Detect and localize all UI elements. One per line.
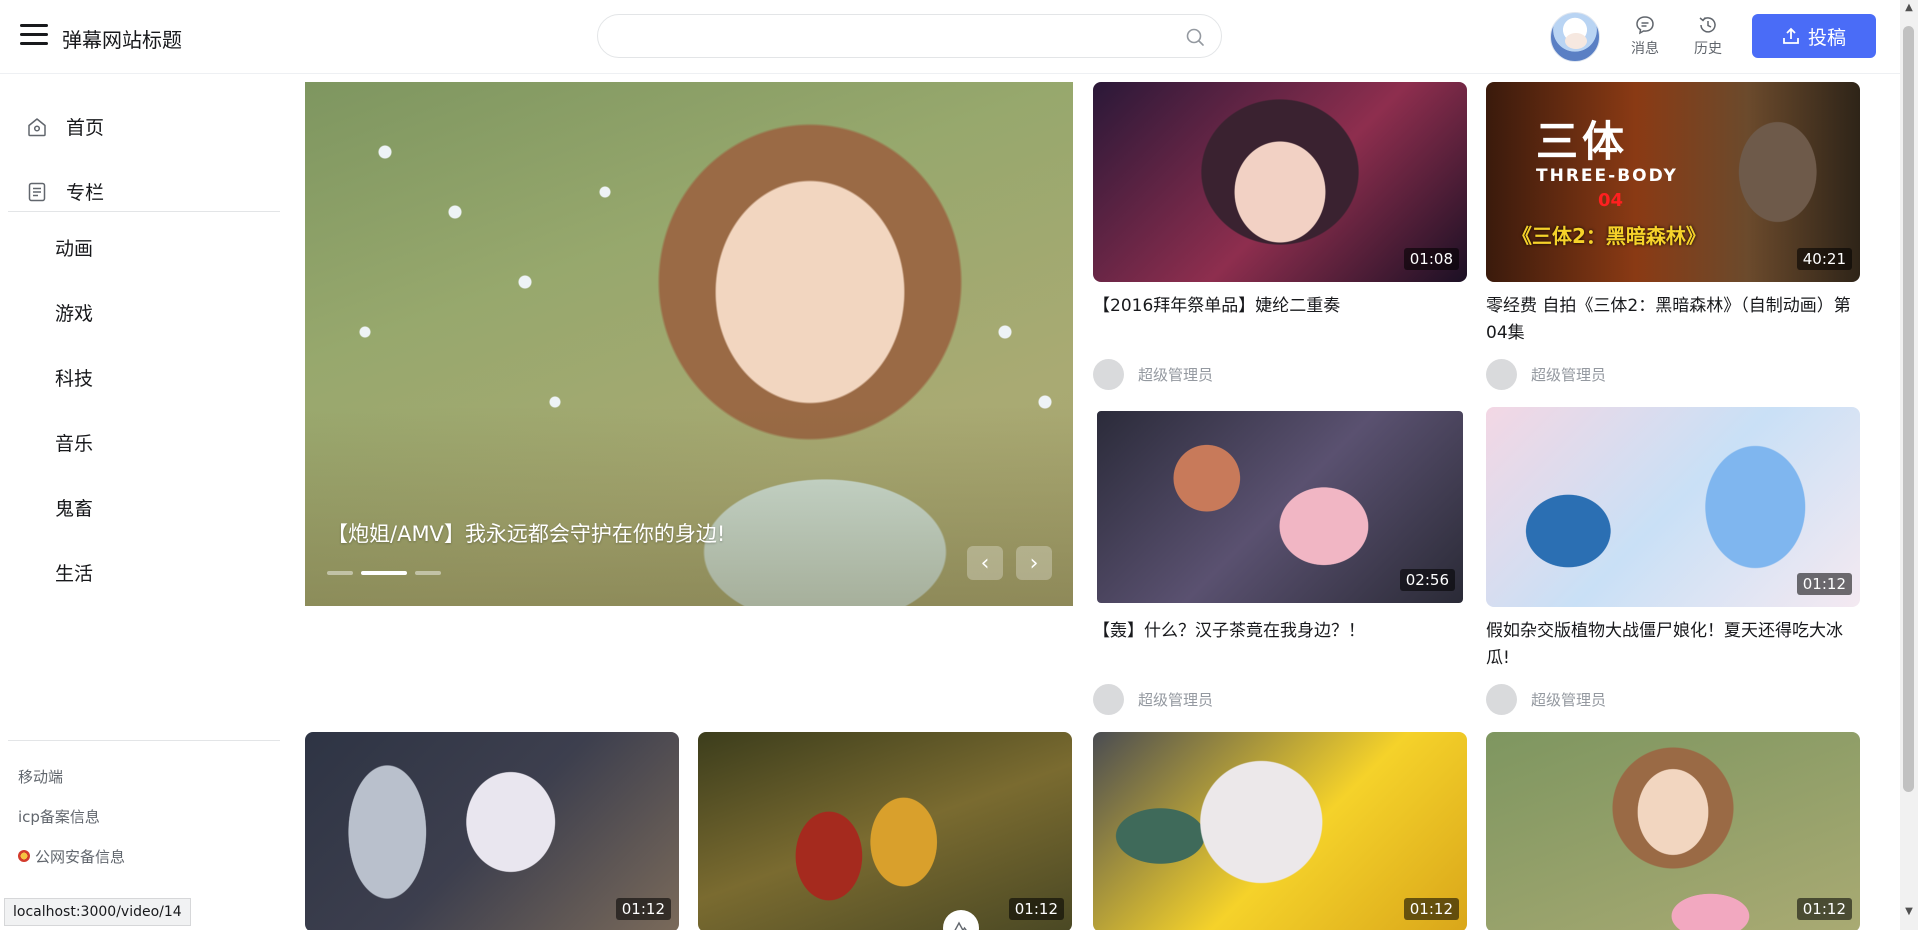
search-icon[interactable] <box>1185 27 1205 47</box>
carousel-dot[interactable] <box>327 571 353 575</box>
video-thumbnail[interactable]: 三体 THREE-BODY 04 《三体2：黑暗森林》 40:21 <box>1486 82 1860 282</box>
video-duration: 01:08 <box>1403 248 1459 270</box>
link-status-bar: localhost:3000/video/14 <box>4 898 191 926</box>
author-avatar <box>1093 359 1124 390</box>
video-thumbnail[interactable]: 02:56 <box>1093 407 1467 607</box>
footer-divider <box>8 740 280 741</box>
author-name: 超级管理员 <box>1138 366 1214 384</box>
banner-title[interactable]: 【炮姐/AMV】我永远都会守护在你的身边! <box>327 518 725 548</box>
history-icon <box>1699 17 1716 33</box>
author-avatar <box>1093 684 1124 715</box>
police-record-label: 公网安备信息 <box>35 847 126 866</box>
video-card[interactable]: 01:12 <box>698 732 1072 930</box>
carousel-dot-active[interactable] <box>361 571 407 575</box>
article-icon <box>28 182 46 201</box>
mobile-link[interactable]: 移动端 <box>18 756 125 796</box>
video-duration: 01:12 <box>1403 898 1459 920</box>
author-avatar <box>1486 359 1517 390</box>
upload-icon <box>1783 27 1799 44</box>
messages-label: 消息 <box>1631 41 1659 57</box>
police-badge-icon <box>18 850 30 862</box>
video-thumbnail[interactable]: 01:12 <box>1486 407 1860 607</box>
thumbnail-caption-text: 《三体2：黑暗森林》 <box>1512 224 1706 248</box>
scroll-up-arrow[interactable]: ▲ <box>1903 2 1915 14</box>
video-thumbnail[interactable]: 01:08 <box>1093 82 1467 282</box>
scroll-down-arrow[interactable]: ▼ <box>1903 906 1915 918</box>
video-duration: 02:56 <box>1399 569 1455 591</box>
home-icon <box>28 117 46 136</box>
video-card[interactable]: 01:12 假如杂交版植物大战僵尸娘化！夏天还得吃大冰瓜! 超级管理员 <box>1486 407 1860 715</box>
category-tech[interactable]: 科技 <box>55 345 93 410</box>
site-title[interactable]: 弹幕网站标题 <box>62 24 182 53</box>
video-card[interactable]: 01:08 【2016拜年祭单品】婕纶二重奏 超级管理员 <box>1093 82 1467 390</box>
video-card[interactable]: 01:12 <box>1486 732 1860 930</box>
carousel-indicators <box>327 571 441 575</box>
video-card[interactable]: 01:12 <box>305 732 679 930</box>
messages-button[interactable]: 消息 <box>1620 14 1670 58</box>
upload-label: 投稿 <box>1807 26 1846 49</box>
icp-link[interactable]: icp备案信息 <box>18 796 125 836</box>
video-author[interactable]: 超级管理员 <box>1093 359 1467 390</box>
message-icon <box>1636 16 1654 35</box>
banner-carousel[interactable]: 【炮姐/AMV】我永远都会守护在你的身边! ‹ › <box>305 82 1073 606</box>
sidebar-divider <box>8 211 280 212</box>
carousel-next-button[interactable]: › <box>1016 546 1052 580</box>
category-animation[interactable]: 动画 <box>55 215 93 280</box>
video-duration: 01:12 <box>1796 898 1852 920</box>
menu-icon[interactable] <box>20 24 48 48</box>
search-input[interactable] <box>618 23 1158 49</box>
history-label: 历史 <box>1694 41 1722 57</box>
thumbnail-subtitle-text: THREE-BODY <box>1536 166 1678 186</box>
sidebar-footer: 移动端 icp备案信息 公网安备信息 <box>18 756 125 876</box>
search-bar <box>597 14 1222 58</box>
category-kichiku[interactable]: 鬼畜 <box>55 475 93 540</box>
video-title[interactable]: 【轰】什么？汉子茶竟在我身边？！ <box>1093 618 1467 672</box>
history-button[interactable]: 历史 <box>1683 14 1733 58</box>
chevron-right-icon: › <box>1029 550 1039 576</box>
author-name: 超级管理员 <box>1138 691 1214 709</box>
chevron-left-icon: ‹ <box>980 550 990 576</box>
video-thumbnail[interactable]: 01:12 <box>305 732 679 930</box>
thumbnail-episode-text: 04 <box>1598 190 1624 211</box>
video-title[interactable]: 【2016拜年祭单品】婕纶二重奏 <box>1093 293 1467 347</box>
video-duration: 01:12 <box>1796 573 1852 595</box>
nuxt-logo-icon <box>954 921 967 930</box>
video-thumbnail[interactable]: 01:12 <box>698 732 1072 930</box>
scrollbar-thumb[interactable] <box>1903 26 1914 792</box>
video-thumbnail[interactable]: 01:12 <box>1486 732 1860 930</box>
video-duration: 01:12 <box>1008 898 1064 920</box>
carousel-dot[interactable] <box>415 571 441 575</box>
author-name: 超级管理员 <box>1531 691 1607 709</box>
police-record-link[interactable]: 公网安备信息 <box>18 836 125 876</box>
category-game[interactable]: 游戏 <box>55 280 93 345</box>
video-author[interactable]: 超级管理员 <box>1093 684 1467 715</box>
category-nav: 动画 游戏 科技 音乐 鬼畜 生活 <box>55 215 93 605</box>
sidebar-item-label: 专栏 <box>66 182 105 204</box>
video-author[interactable]: 超级管理员 <box>1486 359 1860 390</box>
category-life[interactable]: 生活 <box>55 540 93 605</box>
video-card[interactable]: 01:12 <box>1093 732 1467 930</box>
sidebar-item-label: 首页 <box>66 117 105 139</box>
video-card[interactable]: 02:56 【轰】什么？汉子茶竟在我身边？！ 超级管理员 <box>1093 407 1467 715</box>
author-avatar <box>1486 684 1517 715</box>
sidebar-item-home[interactable]: 首页 <box>26 94 104 159</box>
sidebar: 首页 专栏 动画 游戏 科技 音乐 鬼畜 生活 移动端 icp备案信息 公网安备… <box>0 74 282 930</box>
video-thumbnail[interactable]: 01:12 <box>1093 732 1467 930</box>
user-avatar[interactable] <box>1550 12 1600 62</box>
carousel-prev-button[interactable]: ‹ <box>967 546 1003 580</box>
video-duration: 40:21 <box>1796 248 1852 270</box>
video-title[interactable]: 假如杂交版植物大战僵尸娘化！夏天还得吃大冰瓜! <box>1486 618 1860 672</box>
video-title[interactable]: 零经费 自拍《三体2：黑暗森林》（自制动画）第04集 <box>1486 293 1860 347</box>
thumbnail-title-text: 三体 <box>1536 117 1629 166</box>
upload-button[interactable]: 投稿 <box>1752 14 1876 58</box>
author-name: 超级管理员 <box>1531 366 1607 384</box>
top-header: 弹幕网站标题 消息 历史 投稿 <box>0 0 1900 74</box>
video-card[interactable]: 三体 THREE-BODY 04 《三体2：黑暗森林》 40:21 零经费 自拍… <box>1486 82 1860 390</box>
video-duration: 01:12 <box>615 898 671 920</box>
sidebar-main-nav: 首页 专栏 <box>26 94 104 224</box>
video-author[interactable]: 超级管理员 <box>1486 684 1860 715</box>
nuxt-devtools-icon[interactable] <box>943 910 979 930</box>
category-music[interactable]: 音乐 <box>55 410 93 475</box>
